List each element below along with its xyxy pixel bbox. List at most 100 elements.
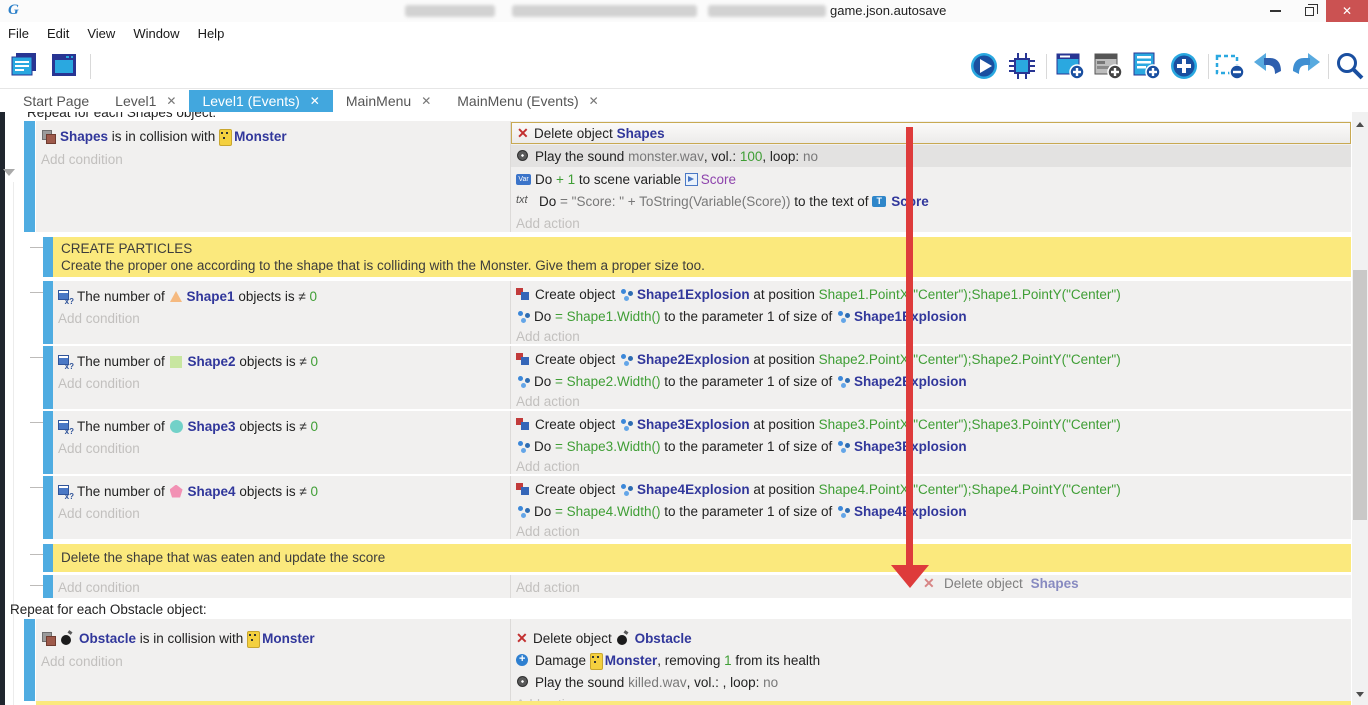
start-page-editor-icon[interactable] <box>48 51 80 81</box>
conditions-column: The number of Shape1 objects is ≠ 0 Add … <box>53 281 510 344</box>
action-create-object[interactable]: Create object Shape1Explosion at positio… <box>511 283 1351 305</box>
event-obstacle-collision: Obstacle is in collision with Monster Ad… <box>36 619 1351 701</box>
events-sheet: Repeat for each Shapes object: Shapes is… <box>0 112 1368 705</box>
search-icon[interactable] <box>1334 51 1366 81</box>
tab-mainmenu[interactable]: MainMenu✕ <box>333 90 444 112</box>
scenevar-icon <box>685 172 698 187</box>
event-empty-drop-target: Add condition Add action Delete object S… <box>53 575 1351 598</box>
action-play-sound[interactable]: Play the sound killed.wav, vol.: , loop:… <box>511 671 1351 693</box>
tab-close-icon[interactable]: ✕ <box>589 94 599 108</box>
conditions-column: Shapes is in collision with Monster Add … <box>36 121 510 232</box>
action-scene-variable[interactable]: Do + 1 to scene variable Score <box>511 168 1351 190</box>
add-action-link[interactable]: Add action <box>511 325 1351 347</box>
add-condition-link[interactable]: Add condition <box>53 576 510 598</box>
menu-view[interactable]: View <box>78 26 124 41</box>
condition-line[interactable]: Obstacle is in collision with Monster <box>36 627 510 649</box>
condition-line[interactable]: The number of Shape2 objects is ≠ 0 <box>53 350 510 372</box>
play-icon[interactable] <box>968 51 1000 81</box>
action-delete-shapes[interactable]: Delete object Shapes <box>511 122 1351 144</box>
add-object-icon[interactable] <box>1168 51 1200 81</box>
add-action-link[interactable]: Add action <box>511 520 1351 542</box>
debug-icon[interactable] <box>1006 51 1038 81</box>
add-scene-icon[interactable] <box>1054 51 1086 81</box>
collapse-arrow-icon[interactable] <box>3 169 15 176</box>
add-condition-link[interactable]: Add condition <box>53 437 510 459</box>
action-create-object[interactable]: Create object Shape3Explosion at positio… <box>511 413 1351 435</box>
tree-tick <box>30 247 43 248</box>
tab-close-icon[interactable]: ✕ <box>421 94 431 108</box>
add-action-link[interactable]: Add action <box>511 390 1351 412</box>
tab-close-icon[interactable]: ✕ <box>310 94 320 108</box>
menu-help[interactable]: Help <box>189 26 234 41</box>
add-condition-link[interactable]: Add condition <box>53 307 510 329</box>
action-set-size[interactable]: Do = Shape3.Width() to the parameter 1 o… <box>511 435 1351 457</box>
menu-edit[interactable]: Edit <box>38 26 78 41</box>
toolbar-separator <box>1328 54 1329 79</box>
event-repeat-obstacle-header[interactable]: Repeat for each Obstacle object: <box>10 602 207 617</box>
conditions-column: The number of Shape4 objects is ≠ 0 Add … <box>53 476 510 539</box>
add-condition-link[interactable]: Add condition <box>53 372 510 394</box>
tab-level1-events[interactable]: Level1 (Events)✕ <box>189 90 332 112</box>
clipped-event-header: Repeat for each Shapes object: <box>27 112 327 121</box>
menu-file[interactable]: File <box>0 26 38 41</box>
action-play-sound[interactable]: Play the sound monster.wav, vol.: 100, l… <box>511 145 1351 167</box>
action-delete-obstacle[interactable]: Delete object Obstacle <box>511 627 1351 649</box>
tree-tick <box>30 554 43 555</box>
action-set-size[interactable]: Do = Shape2.Width() to the parameter 1 o… <box>511 370 1351 392</box>
redo-icon[interactable] <box>1290 51 1322 81</box>
condition-line[interactable]: The number of Shape4 objects is ≠ 0 <box>53 480 510 502</box>
tab-close-icon[interactable]: ✕ <box>166 94 176 108</box>
add-action-link[interactable]: Add action <box>511 455 1351 477</box>
undo-icon[interactable] <box>1252 51 1284 81</box>
dragged-action-ghost: Delete object Shapes <box>923 576 1079 591</box>
menu-window[interactable]: Window <box>124 26 188 41</box>
condition-line[interactable]: Shapes is in collision with Monster <box>36 125 510 147</box>
action-create-object[interactable]: Create object Shape2Explosion at positio… <box>511 348 1351 370</box>
shape2-icon <box>169 354 185 369</box>
add-action-link[interactable]: Add action <box>511 212 1351 234</box>
bomb-icon <box>60 631 76 646</box>
particle-icon <box>836 504 851 519</box>
condition-line[interactable]: The number of Shape1 objects is ≠ 0 <box>53 285 510 307</box>
add-external-events-icon[interactable] <box>1092 51 1124 81</box>
action-set-size[interactable]: Do = Shape4.Width() to the parameter 1 o… <box>511 500 1351 522</box>
action-create-object[interactable]: Create object Shape4Explosion at positio… <box>511 478 1351 500</box>
action-set-size[interactable]: Do = Shape1.Width() to the parameter 1 o… <box>511 305 1351 327</box>
project-manager-icon[interactable] <box>8 51 40 81</box>
annotation-arrow-head <box>891 565 929 588</box>
actions-column: Create object Shape3Explosion at positio… <box>510 411 1351 474</box>
add-condition-link[interactable]: Add condition <box>36 148 510 170</box>
add-condition-link[interactable]: Add condition <box>53 502 510 524</box>
add-external-layout-icon[interactable] <box>1130 51 1162 81</box>
var-icon <box>516 172 532 187</box>
action-set-text[interactable]: Do = "Score: " + ToString(Variable(Score… <box>511 190 1351 212</box>
close-button[interactable]: ✕ <box>1326 0 1368 22</box>
conditions-column: The number of Shape3 objects is ≠ 0 Add … <box>53 411 510 474</box>
scrollbar-thumb[interactable] <box>1353 270 1367 520</box>
bomb-icon <box>616 631 632 646</box>
scroll-up-icon[interactable] <box>1356 122 1364 127</box>
create-icon <box>516 482 532 497</box>
add-condition-link[interactable]: Add condition <box>36 650 510 672</box>
particle-icon <box>619 352 634 367</box>
menu-bar: File Edit View Window Help <box>0 22 1368 44</box>
actions-column: Delete object Obstacle Damage Monster, r… <box>510 619 1351 701</box>
txt-icon <box>516 194 536 209</box>
condition-line[interactable]: The number of Shape3 objects is ≠ 0 <box>53 415 510 437</box>
particle-icon <box>516 504 531 519</box>
scroll-down-icon[interactable] <box>1356 692 1364 697</box>
tab-level1[interactable]: Level1✕ <box>102 90 189 112</box>
maximize-button[interactable] <box>1292 0 1326 22</box>
textobj-icon <box>872 194 888 209</box>
conditions-column: Obstacle is in collision with Monster Ad… <box>36 619 510 701</box>
comment-create-particles[interactable]: CREATE PARTICLES Create the proper one a… <box>53 237 1351 277</box>
vertical-scrollbar[interactable] <box>1352 112 1368 705</box>
remove-element-icon[interactable] <box>1214 51 1246 81</box>
minimize-button[interactable] <box>1258 0 1292 22</box>
tab-start-page[interactable]: Start Page <box>10 90 102 112</box>
event-shape1: The number of Shape1 objects is ≠ 0 Add … <box>53 281 1351 344</box>
action-damage-monster[interactable]: Damage Monster, removing 1 from its heal… <box>511 649 1351 671</box>
tab-mainmenu-events[interactable]: MainMenu (Events)✕ <box>444 90 611 112</box>
comment-delete-shape[interactable]: Delete the shape that was eaten and upda… <box>53 544 1351 572</box>
title-bar: G game.json.autosave ✕ <box>0 0 1368 22</box>
